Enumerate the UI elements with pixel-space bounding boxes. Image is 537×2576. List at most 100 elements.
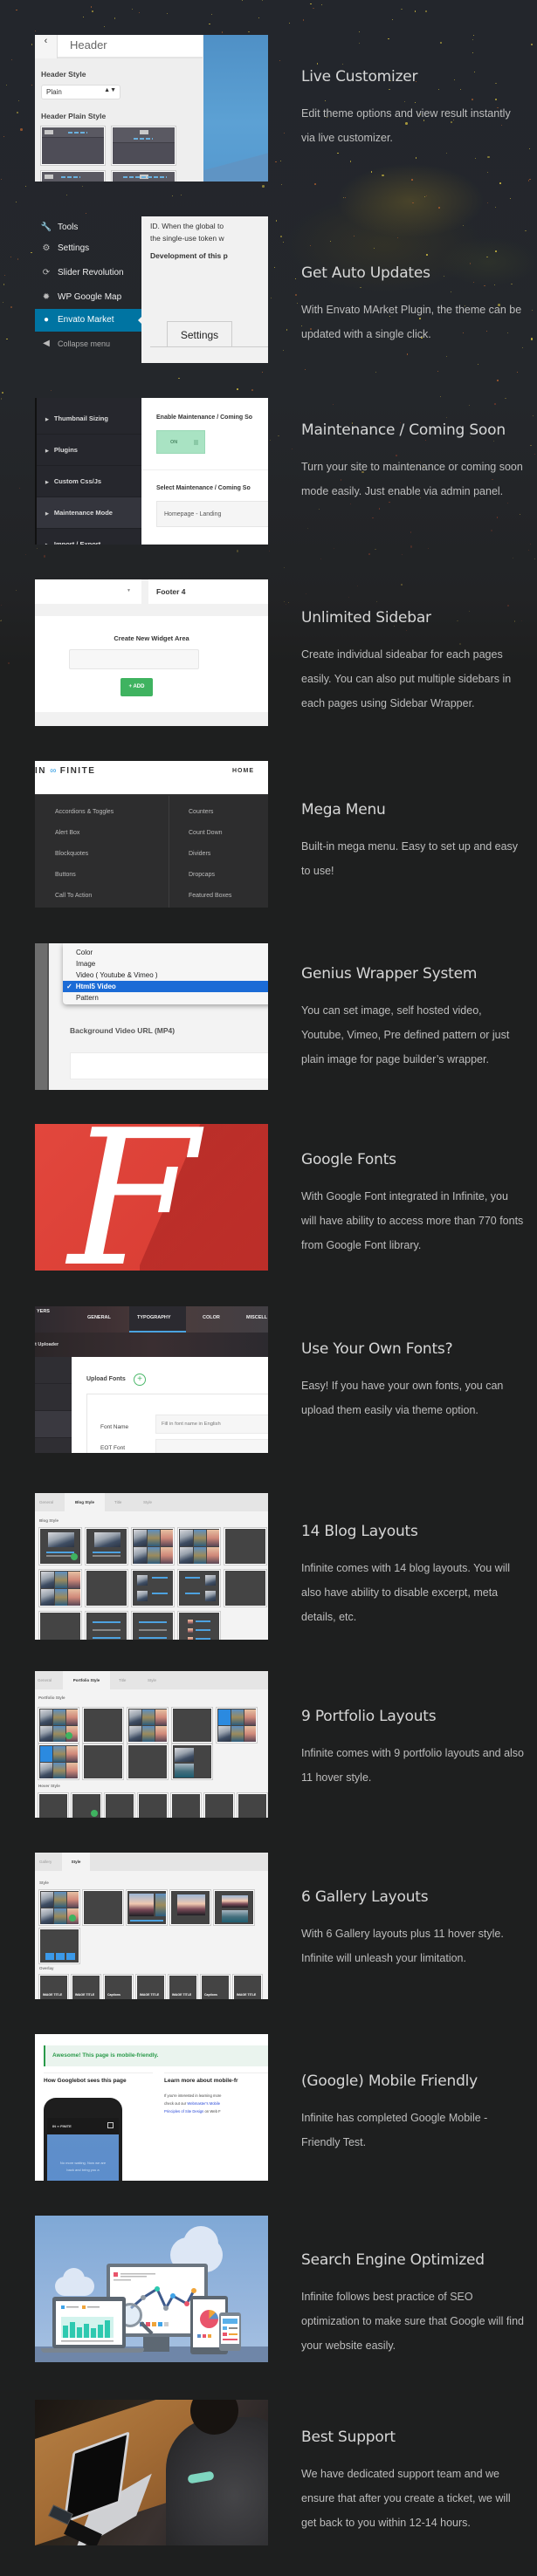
portfolio-layout-option[interactable] <box>83 1708 123 1743</box>
gallery-layout-option[interactable] <box>39 1890 79 1925</box>
settings-tab[interactable]: Style <box>62 1853 90 1871</box>
widget-area-name-input[interactable] <box>69 649 199 669</box>
mega-menu-item[interactable]: Featured Boxes <box>189 893 231 899</box>
sidebar-select[interactable]: ▼ <box>35 579 141 604</box>
options-tab[interactable]: MISCELL <box>246 1315 267 1320</box>
options-sidebar-item[interactable]: ▶ Thumbnail Sizing <box>37 403 141 435</box>
mega-menu-item[interactable]: Alert Box <box>55 830 79 836</box>
settings-tab[interactable]: Gallery <box>39 1853 52 1871</box>
wp-menu-item[interactable]: ◀ Collapse menu <box>35 332 141 355</box>
webmaster-link[interactable]: Webmaster's Mobile <box>187 2101 220 2106</box>
options-sidebar-item[interactable]: ▶ Plugins <box>37 435 141 466</box>
gallery-layout-option[interactable] <box>170 1890 210 1925</box>
background-type-dropdown[interactable]: Color Image Video ( Youtube & Vimeo ) ✓ Html… <box>63 943 268 1004</box>
overlay-style-option[interactable]: IMAGE TITLE <box>39 1975 68 1999</box>
hover-style-option[interactable] <box>171 1793 201 1818</box>
gallery-layout-option[interactable] <box>214 1890 254 1925</box>
mega-menu-item[interactable]: Blockquotes <box>55 851 88 857</box>
blog-layout-option[interactable] <box>132 1528 174 1565</box>
mega-menu-item[interactable]: Count Down <box>189 830 223 836</box>
hover-style-option[interactable] <box>72 1793 101 1818</box>
options-tab[interactable]: GENERAL <box>87 1315 111 1320</box>
settings-tab[interactable]: General <box>39 1493 53 1511</box>
maintenance-page-select[interactable]: Homepage - Landing <box>156 501 268 527</box>
dropdown-option[interactable]: Color <box>63 947 268 958</box>
settings-tab[interactable]: Title <box>119 1671 126 1689</box>
eot-font-input[interactable] <box>155 1439 268 1453</box>
mega-menu-item[interactable]: Buttons <box>55 872 76 878</box>
settings-tab[interactable]: Blog Style <box>65 1493 105 1511</box>
portfolio-layout-option[interactable] <box>172 1744 212 1779</box>
hover-style-option[interactable] <box>238 1793 267 1818</box>
mega-menu-item[interactable]: Call To Action <box>55 893 92 899</box>
portfolio-layout-option[interactable] <box>83 1744 123 1779</box>
add-circle-icon[interactable]: + <box>134 1374 146 1386</box>
dropdown-option[interactable]: Pattern <box>63 992 268 1004</box>
tab-settings[interactable]: Settings <box>167 321 232 347</box>
gallery-layout-option[interactable] <box>83 1890 123 1925</box>
blog-layout-option[interactable] <box>224 1528 266 1565</box>
overlay-style-option[interactable]: Captions <box>201 1975 230 1999</box>
nav-home[interactable]: HOME <box>232 768 254 774</box>
blog-layout-option[interactable] <box>39 1528 81 1565</box>
wp-menu-item[interactable]: ● Envato Market <box>35 309 142 332</box>
font-name-label: Font Name <box>100 1424 129 1430</box>
settings-tab[interactable]: Style <box>143 1493 152 1511</box>
options-tab[interactable]: TYPOGRAPHY <box>137 1315 171 1320</box>
portfolio-layout-option[interactable] <box>38 1744 79 1779</box>
blog-layout-option[interactable] <box>178 1570 220 1607</box>
dropdown-option[interactable]: Video ( Youtube & Vimeo ) <box>63 969 268 981</box>
options-tab[interactable]: COLOR <box>203 1315 220 1320</box>
options-sidebar-item[interactable]: ▶ Custom Css/Js <box>37 466 141 497</box>
overlay-style-option[interactable]: IMAGE TITLE <box>233 1975 262 1999</box>
font-name-input[interactable]: Fill in font name in English <box>155 1415 268 1434</box>
mega-menu-item[interactable]: Dropcaps <box>189 872 215 878</box>
blog-layout-option[interactable] <box>224 1570 266 1607</box>
portfolio-layout-option[interactable] <box>172 1708 212 1743</box>
overlay-style-option[interactable]: IMAGE TITLE <box>169 1975 197 1999</box>
mega-menu-item[interactable]: Accordions & Toggles <box>55 809 114 815</box>
gallery-layout-option[interactable] <box>39 1929 79 1963</box>
blog-layout-option[interactable] <box>39 1612 81 1640</box>
blog-layout-option[interactable] <box>86 1528 127 1565</box>
blog-layout-option[interactable] <box>178 1612 220 1640</box>
blog-layout-option[interactable] <box>132 1612 174 1640</box>
gallery-layout-option[interactable] <box>127 1890 167 1925</box>
blog-layout-option[interactable] <box>132 1570 174 1607</box>
wp-menu-item[interactable]: ⟳ Slider Revolution <box>35 262 141 284</box>
hover-style-option[interactable] <box>105 1793 134 1818</box>
portfolio-layout-option[interactable] <box>217 1708 257 1743</box>
portfolio-layout-option[interactable] <box>127 1708 168 1743</box>
wp-menu-label: Settings <box>58 243 90 253</box>
hover-style-option[interactable] <box>138 1793 168 1818</box>
mega-menu-item[interactable]: Counters <box>189 809 213 815</box>
blog-layout-option[interactable] <box>86 1612 127 1640</box>
blog-layout-option[interactable] <box>39 1570 81 1607</box>
options-sidebar-item[interactable]: ▶ Import / Export <box>37 529 141 545</box>
blog-layout-option[interactable] <box>86 1570 127 1607</box>
add-button[interactable]: + ADD <box>120 678 153 696</box>
maintenance-toggle[interactable]: ON <box>156 430 205 454</box>
site-design-link[interactable]: Principles of Site Design <box>164 2109 203 2114</box>
options-sidebar-item[interactable]: ▶ Maintenance Mode <box>37 497 141 529</box>
portfolio-layout-option[interactable] <box>127 1744 168 1779</box>
settings-tab[interactable]: Portfolio Style <box>63 1671 110 1689</box>
settings-tab[interactable]: General <box>38 1671 52 1689</box>
video-url-input[interactable] <box>70 1052 268 1079</box>
overlay-style-option[interactable]: IMAGE TITLE <box>136 1975 165 1999</box>
hover-style-option[interactable] <box>204 1793 234 1818</box>
wp-menu-item[interactable]: ✹ WP Google Map <box>35 286 141 309</box>
settings-tab[interactable]: Style <box>148 1671 156 1689</box>
hover-style-option[interactable] <box>38 1793 68 1818</box>
overlay-style-option[interactable]: IMAGE TITLE <box>72 1975 100 1999</box>
wp-menu-item[interactable]: 🔧 Tools <box>35 216 141 239</box>
dropdown-option[interactable]: Image <box>63 958 268 969</box>
portfolio-layout-option[interactable] <box>38 1708 79 1743</box>
wp-menu-item[interactable]: ⚙ Settings <box>35 237 141 260</box>
mega-menu-item[interactable]: Dividers <box>189 851 210 857</box>
wrench-icon: 🔧 <box>40 223 52 232</box>
overlay-style-option[interactable]: Captions <box>104 1975 133 1999</box>
settings-tab[interactable]: Title <box>114 1493 121 1511</box>
blog-layout-option[interactable] <box>178 1528 220 1565</box>
dropdown-option[interactable]: ✓ Html5 Video <box>63 981 268 992</box>
